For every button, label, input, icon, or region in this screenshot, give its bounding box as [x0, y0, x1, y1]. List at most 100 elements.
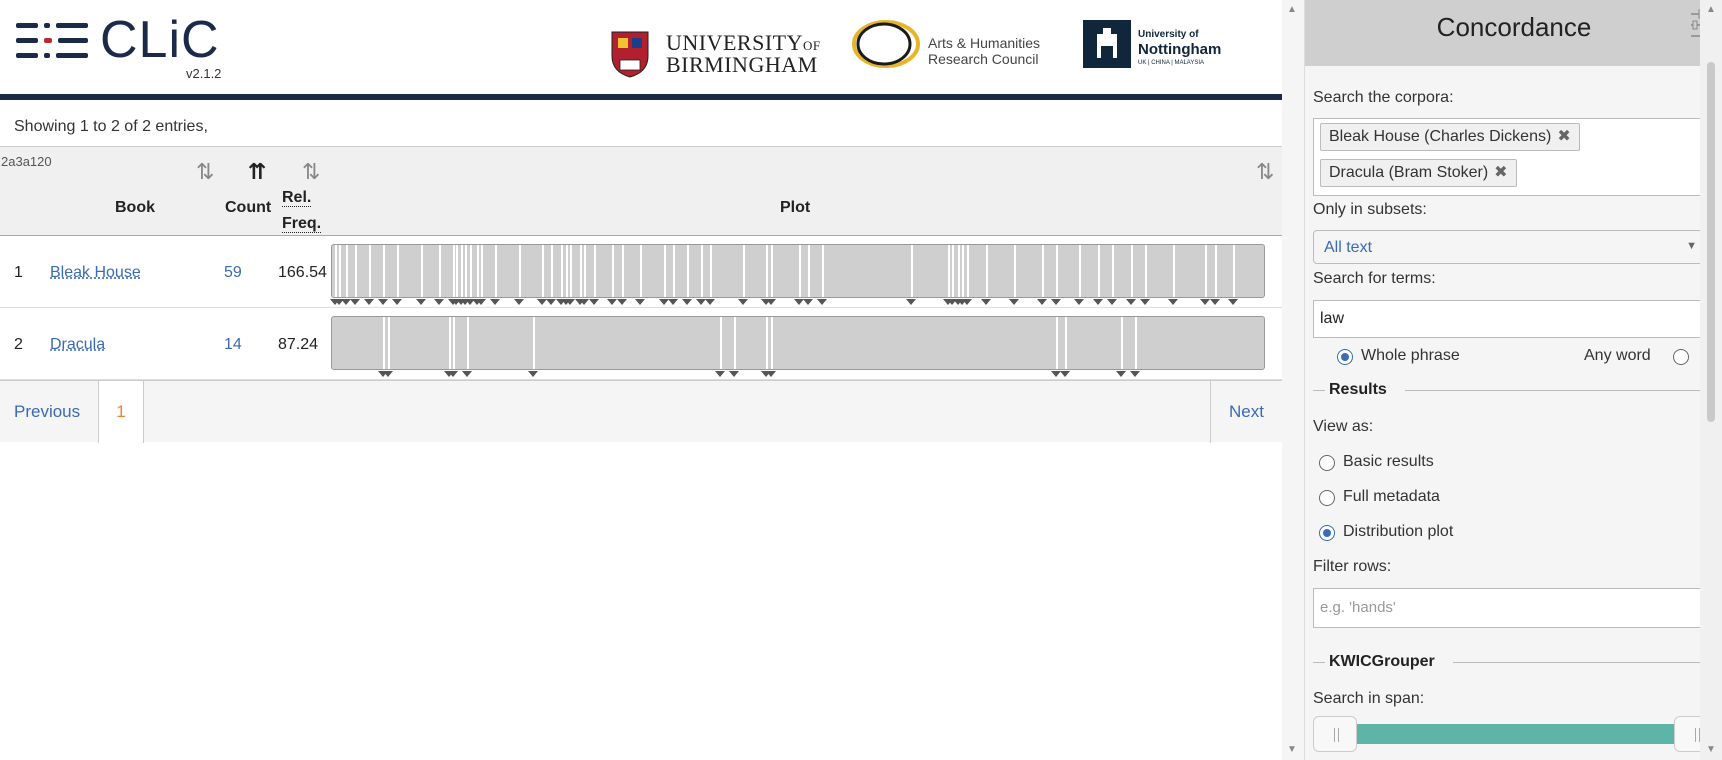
sort-count-icon[interactable]: ⇈ [248, 159, 266, 185]
hit-marker[interactable] [1060, 371, 1070, 377]
span-min-handle[interactable] [1313, 716, 1357, 752]
hit-marker[interactable] [906, 299, 916, 305]
hit-marker[interactable] [490, 299, 500, 305]
sort-relfreq-icon[interactable]: ⇅ [302, 159, 320, 185]
hit-marker[interactable] [546, 299, 556, 305]
scroll-thumb[interactable] [1707, 62, 1715, 422]
distribution-plot[interactable] [330, 244, 1265, 308]
remove-corpus-icon[interactable]: ✖ [1494, 164, 1507, 181]
hit-marker[interactable] [729, 371, 739, 377]
column-book[interactable]: Book [115, 199, 155, 217]
hit-marker[interactable] [514, 299, 524, 305]
hit-line [1056, 317, 1058, 369]
full-metadata-label[interactable]: Full metadata [1343, 488, 1440, 506]
hit-marker[interactable] [383, 371, 393, 377]
hit-line [383, 245, 385, 297]
hit-marker[interactable] [589, 299, 599, 305]
column-plot[interactable]: Plot [780, 199, 810, 217]
hit-marker[interactable] [1228, 299, 1238, 305]
hit-marker[interactable] [803, 299, 813, 305]
hit-marker[interactable] [1168, 299, 1178, 305]
search-terms-input[interactable]: law [1313, 300, 1710, 338]
scroll-up-icon[interactable]: ▲ [1287, 4, 1297, 15]
hit-marker[interactable] [962, 299, 972, 305]
column-count[interactable]: Count [225, 199, 271, 217]
any-word-radio[interactable] [1673, 349, 1689, 365]
hit-marker[interactable] [1126, 299, 1136, 305]
row-count[interactable]: 59 [224, 264, 242, 282]
hit-marker[interactable] [364, 299, 374, 305]
hit-marker[interactable] [434, 299, 444, 305]
corpus-chip[interactable]: Bleak House (Charles Dickens) ✖ [1320, 123, 1580, 151]
hit-marker[interactable] [416, 299, 426, 305]
hit-marker[interactable] [607, 299, 617, 305]
nottingham-logo[interactable]: University of Nottingham UK | CHINA | MA… [1083, 20, 1223, 70]
hit-marker[interactable] [350, 299, 360, 305]
basic-results-label[interactable]: Basic results [1343, 453, 1434, 471]
hit-marker[interactable] [766, 371, 776, 377]
hit-marker[interactable] [1116, 371, 1126, 377]
column-rel-freq[interactable]: Rel. Freq. [282, 185, 322, 237]
next-button[interactable]: Next [1210, 381, 1282, 443]
row-count[interactable]: 14 [224, 336, 242, 354]
distribution-plot[interactable] [331, 316, 1265, 380]
hit-marker[interactable] [817, 299, 827, 305]
span-range-slider[interactable] [1313, 716, 1718, 752]
hit-marker[interactable] [705, 299, 715, 305]
distribution-plot-radio[interactable] [1319, 525, 1335, 541]
ahrc-name-line1: Arts & Humanities [928, 35, 1041, 51]
full-metadata-radio[interactable] [1319, 490, 1335, 506]
subset-select[interactable]: All text ▼ [1313, 230, 1710, 264]
hit-marker[interactable] [668, 299, 678, 305]
hit-marker[interactable] [448, 371, 458, 377]
hit-marker[interactable] [617, 299, 627, 305]
previous-button[interactable]: Previous [0, 381, 98, 443]
basic-results-radio[interactable] [1319, 455, 1335, 471]
hit-marker[interactable] [1009, 299, 1019, 305]
sort-book-icon[interactable]: ⇅ [196, 159, 214, 185]
hit-marker[interactable] [1140, 299, 1150, 305]
remove-corpus-icon[interactable]: ✖ [1557, 128, 1570, 145]
hit-marker[interactable] [565, 299, 575, 305]
hit-marker[interactable] [715, 371, 725, 377]
any-word-label[interactable]: Any word [1584, 347, 1651, 365]
hit-marker[interactable] [1074, 299, 1084, 305]
book-link[interactable]: Dracula [50, 336, 105, 354]
hit-marker[interactable] [1093, 299, 1103, 305]
hit-marker[interactable] [1051, 299, 1061, 305]
whole-phrase-radio[interactable] [1337, 349, 1353, 365]
hit-marker[interactable] [462, 371, 472, 377]
hit-marker[interactable] [1210, 299, 1220, 305]
scroll-down-icon[interactable]: ▼ [1287, 744, 1297, 755]
hit-marker[interactable] [682, 299, 692, 305]
hit-marker[interactable] [476, 299, 486, 305]
hit-marker[interactable] [1130, 371, 1140, 377]
sidebar-scrollbar[interactable]: ▲ ▼ [1700, 0, 1722, 760]
hit-line [570, 245, 572, 297]
book-link[interactable]: Bleak House [50, 264, 141, 282]
hit-marker[interactable] [738, 299, 748, 305]
hit-marker[interactable] [1200, 299, 1210, 305]
birmingham-logo[interactable]: UNIVERSITYOF BIRMINGHAM [610, 30, 820, 80]
hit-marker[interactable] [635, 299, 645, 305]
hit-marker[interactable] [528, 371, 538, 377]
sort-plot-icon[interactable]: ⇅ [1256, 159, 1274, 185]
hit-marker[interactable] [378, 299, 388, 305]
corpora-multiselect[interactable]: Bleak House (Charles Dickens) ✖ Dracula (… [1313, 118, 1710, 196]
main-scrollbar[interactable]: ▲ ▼ [1282, 0, 1304, 760]
distribution-plot-label[interactable]: Distribution plot [1343, 523, 1453, 541]
page-1-button[interactable]: 1 [98, 381, 144, 443]
scroll-down-icon[interactable]: ▼ [1706, 744, 1716, 755]
filter-rows-input[interactable]: e.g. 'hands' [1313, 588, 1710, 628]
hit-marker[interactable] [766, 299, 776, 305]
clic-logo[interactable]: CLiC v2.1.2 [16, 11, 226, 82]
hit-marker[interactable] [579, 299, 589, 305]
corpus-chip[interactable]: Dracula (Bram Stoker) ✖ [1320, 159, 1517, 187]
ahrc-logo[interactable]: Arts & Humanities Research Council [852, 18, 1052, 74]
hit-marker[interactable] [1037, 299, 1047, 305]
hit-marker[interactable] [981, 299, 991, 305]
whole-phrase-label[interactable]: Whole phrase [1361, 347, 1460, 365]
scroll-up-icon[interactable]: ▲ [1706, 4, 1716, 15]
hit-marker[interactable] [1107, 299, 1117, 305]
hit-marker[interactable] [392, 299, 402, 305]
